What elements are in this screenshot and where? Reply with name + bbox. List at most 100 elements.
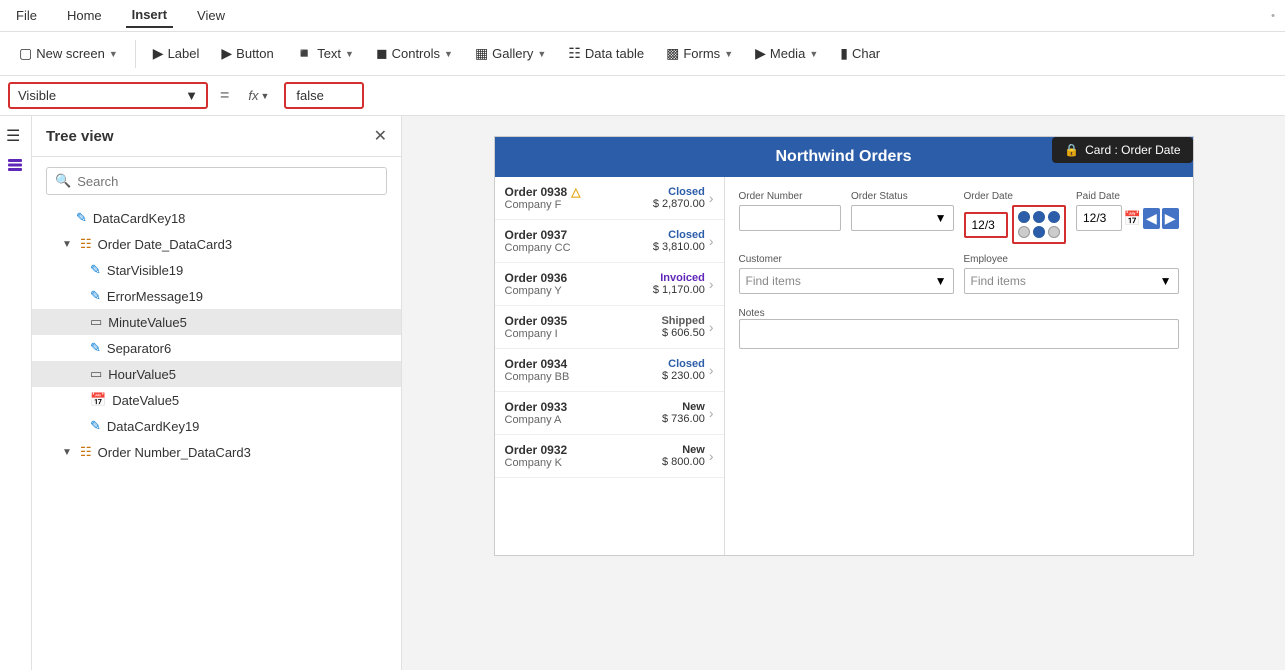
tree-close-button[interactable]: ✕ [374, 126, 387, 146]
order-status: New [662, 401, 705, 413]
order-status: Invoiced [653, 272, 705, 284]
order-status: Closed [653, 186, 705, 198]
data-table-icon: ☷ [568, 45, 581, 62]
formula-value[interactable]: false [284, 82, 364, 109]
paid-calendar-icon[interactable]: 📅 [1124, 210, 1141, 227]
notes-label: Notes [739, 308, 765, 319]
tree-item-orderdate-datacard3[interactable]: ▼ ☷ Order Date_DataCard3 [32, 231, 401, 257]
tree-item-errormessage19[interactable]: ✎ ErrorMessage19 [32, 283, 401, 309]
button-button[interactable]: ▶ Button [212, 40, 282, 67]
notes-row: Notes [739, 304, 1179, 349]
order-status-amount: New $ 800.00 [662, 444, 705, 468]
gallery-label: Gallery [492, 46, 533, 61]
tree-item-datevalue5[interactable]: 📅 DateValue5 [32, 387, 401, 413]
chart-label: Char [852, 46, 880, 61]
menu-file[interactable]: File [10, 4, 43, 27]
order-info: Order 0932 Company K [505, 443, 659, 469]
order-status-field: Order Status ▼ [851, 191, 954, 244]
data-table-button[interactable]: ☷ Data table [559, 40, 653, 67]
chevron-right-icon: › [709, 448, 714, 464]
button-label: Button [236, 46, 274, 61]
order-row[interactable]: Order 0932 Company K New $ 800.00 › [495, 435, 724, 478]
customer-chevron-icon: ▼ [935, 274, 947, 288]
order-amount: $ 230.00 [662, 370, 705, 382]
rect-icon: ▭ [90, 314, 102, 330]
order-info: Order 0936 Company Y [505, 271, 649, 297]
order-number-input[interactable] [739, 205, 842, 231]
order-row[interactable]: Order 0933 Company A New $ 736.00 › [495, 392, 724, 435]
menu-insert[interactable]: Insert [126, 3, 173, 28]
tree-item-hourvalue5[interactable]: ▭ HourValue5 [32, 361, 401, 387]
sidebar-toggle: ☰ [0, 116, 32, 670]
menu-view[interactable]: View [191, 4, 231, 27]
app-preview: 🔒 Card : Order Date Northwind Orders Ord… [494, 136, 1194, 556]
tree-item-label: ErrorMessage19 [107, 289, 203, 304]
tree-item-minutevalue5[interactable]: ▭ MinuteValue5 [32, 309, 401, 335]
order-date-input[interactable]: 12/3 [964, 212, 1009, 238]
media-icon: ▶ [755, 45, 766, 62]
order-amount: $ 1,170.00 [653, 284, 705, 296]
fx-label: fx [248, 88, 258, 103]
cal-dot [1048, 226, 1060, 238]
order-row[interactable]: Order 0935 Company I Shipped $ 606.50 › [495, 306, 724, 349]
paid-nav-left-icon[interactable]: ◀ [1143, 208, 1160, 229]
controls-button[interactable]: ◼ Controls ▼ [367, 40, 462, 67]
fx-button[interactable]: fx ▼ [241, 83, 276, 108]
order-amount: $ 606.50 [661, 327, 704, 339]
find-items-text: Find items [746, 274, 801, 288]
chart-button[interactable]: ▮ Char [831, 40, 889, 67]
paid-date-value: 12/3 [1083, 211, 1106, 225]
media-button[interactable]: ▶ Media ▼ [746, 40, 827, 67]
order-row[interactable]: Order 0936 Company Y Invoiced $ 1,170.00… [495, 263, 724, 306]
order-status: Closed [653, 229, 705, 241]
employee-combobox[interactable]: Find items ▼ [964, 268, 1179, 294]
tree-item-datacardkey19[interactable]: ✎ DataCardKey19 [32, 413, 401, 439]
order-row[interactable]: Order 0937 Company CC Closed $ 3,810.00 … [495, 220, 724, 263]
tooltip-box: 🔒 Card : Order Date [1052, 137, 1192, 163]
tree-item-ordernumber-datacard3[interactable]: ▼ ☷ Order Number_DataCard3 [32, 439, 401, 465]
hamburger-icon[interactable]: ☰ [6, 126, 20, 146]
tree-item-starvisible19[interactable]: ✎ StarVisible19 [32, 257, 401, 283]
property-chevron: ▼ [185, 88, 198, 103]
tree-item-label: Separator6 [107, 341, 171, 356]
text-label: Text [317, 46, 341, 61]
notes-input[interactable] [739, 319, 1179, 349]
layers-icon[interactable] [6, 156, 24, 179]
find-items-text: Find items [971, 274, 1026, 288]
new-screen-button[interactable]: ▢ New screen ▼ [10, 40, 127, 67]
cal-dot [1048, 211, 1060, 223]
rect-icon: ▭ [90, 366, 102, 382]
forms-label: Forms [683, 46, 720, 61]
menu-home[interactable]: Home [61, 4, 108, 27]
warning-icon: △ [571, 185, 580, 199]
chevron-right-icon: › [709, 190, 714, 206]
order-status-select[interactable]: ▼ [851, 205, 954, 231]
label-button[interactable]: ▶ Label [144, 40, 209, 67]
property-select[interactable]: Visible ▼ [8, 82, 208, 109]
controls-label: Controls [392, 46, 440, 61]
tree-item-datacardkey18[interactable]: ✎ DataCardKey18 [32, 205, 401, 231]
paid-date-input[interactable]: 12/3 [1076, 205, 1122, 231]
order-status-amount: Invoiced $ 1,170.00 [653, 272, 705, 296]
text-button[interactable]: ◾ Text ▼ [287, 40, 363, 67]
controls-icon: ◼ [376, 45, 388, 62]
order-status-amount: Closed $ 3,810.00 [653, 229, 705, 253]
main-area: ☰ Tree view ✕ 🔍 ✎ DataCardKey18 [0, 116, 1285, 670]
chevron-right-icon: › [709, 319, 714, 335]
lock-icon: 🔒 [1064, 143, 1079, 157]
calendar-icon: 📅 [90, 392, 106, 408]
tree-item-separator6[interactable]: ✎ Separator6 [32, 335, 401, 361]
paid-nav-right-icon[interactable]: ▶ [1162, 208, 1179, 229]
order-row[interactable]: Order 0934 Company BB Closed $ 230.00 › [495, 349, 724, 392]
gallery-button[interactable]: ▦ Gallery ▼ [466, 40, 555, 67]
edit-icon: ✎ [90, 262, 101, 278]
search-input[interactable] [77, 174, 378, 189]
data-table-label: Data table [585, 46, 644, 61]
order-status: Closed [662, 358, 705, 370]
tree-item-label: MinuteValue5 [108, 315, 187, 330]
tree-item-label: StarVisible19 [107, 263, 183, 278]
order-row[interactable]: Order 0938 △ Company F Closed $ 2,870.00… [495, 177, 724, 220]
customer-combobox[interactable]: Find items ▼ [739, 268, 954, 294]
forms-button[interactable]: ▩ Forms ▼ [657, 40, 742, 67]
select-chevron-icon: ▼ [935, 211, 947, 225]
